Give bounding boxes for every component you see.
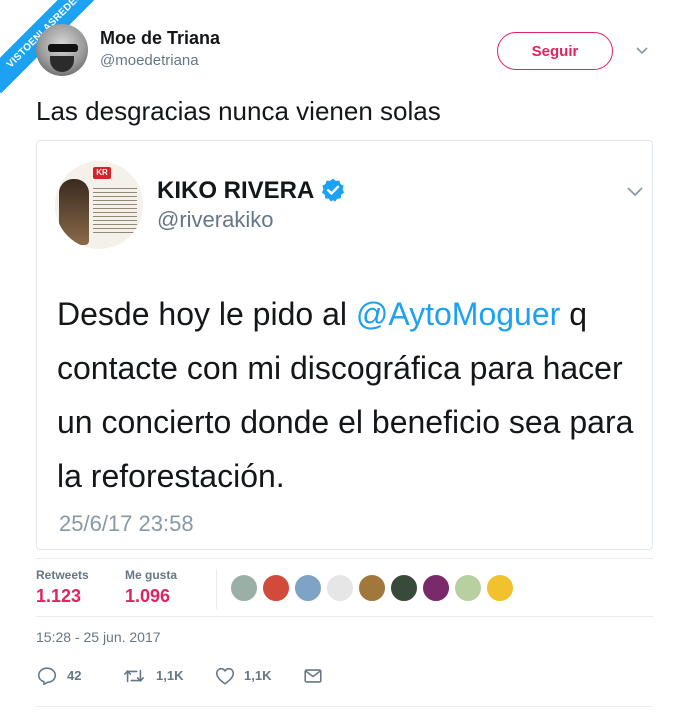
follow-button[interactable]: Seguir (497, 32, 613, 70)
avatar-logo-badge: KR (93, 167, 111, 179)
quoted-tweet-text: Desde hoy le pido al @AytoMoguer q conta… (57, 287, 642, 503)
liker-avatar[interactable] (262, 574, 290, 602)
stats-separator (216, 569, 217, 609)
retweet-button[interactable]: 1,1K (122, 664, 202, 688)
tweet-text: Las desgracias nunca vienen solas (36, 96, 441, 126)
retweets-stat[interactable]: Retweets 1.123 (36, 568, 89, 607)
likes-label: Me gusta (125, 568, 178, 582)
quoted-chevron-down-icon (627, 187, 643, 197)
retweet-count: 1,1K (156, 668, 184, 683)
liker-avatar[interactable] (294, 574, 322, 602)
author-display-name[interactable]: Moe de Triana (100, 28, 220, 49)
quoted-handle: @riverakiko (157, 207, 274, 232)
direct-message-button[interactable] (302, 664, 326, 688)
tweet-timestamp[interactable]: 15:28 - 25 jun. 2017 (36, 629, 161, 645)
divider-middle (36, 616, 653, 617)
likes-stat[interactable]: Me gusta 1.096 (125, 568, 177, 607)
author-avatar[interactable] (36, 24, 88, 76)
liker-avatar[interactable] (230, 574, 258, 602)
quoted-tweet-card[interactable]: KR KIKO RIVERA @riverakiko Desde hoy le … (36, 140, 653, 550)
liker-avatar[interactable] (326, 574, 354, 602)
chevron-down-icon[interactable] (634, 42, 650, 58)
author-handle[interactable]: @moedetriana (100, 52, 199, 69)
likes-value: 1.096 (125, 586, 171, 606)
liker-avatar[interactable] (390, 574, 418, 602)
quoted-text-before: Desde hoy le pido al (57, 296, 356, 332)
retweets-value: 1.123 (36, 586, 82, 606)
tweet-header: Moe de Triana @moedetriana Seguir (0, 0, 674, 90)
reply-button[interactable]: 42 (36, 664, 96, 688)
heart-icon (215, 667, 235, 685)
avatar-glasses (48, 44, 78, 52)
divider-bottom (36, 706, 653, 707)
retweets-label: Retweets (36, 568, 89, 582)
liker-avatar[interactable] (454, 574, 482, 602)
quoted-mention-link: @AytoMoguer (355, 296, 561, 332)
envelope-icon (304, 669, 322, 683)
verified-badge-icon (321, 178, 345, 202)
avatar-person (59, 179, 89, 245)
avatar-text-lines (93, 185, 137, 235)
quoted-date: 25/6/17 23:58 (59, 511, 194, 536)
like-button[interactable]: 1,1K (214, 664, 294, 688)
retweet-icon (124, 669, 144, 683)
divider-top (36, 558, 653, 559)
avatar-beard (50, 56, 74, 72)
reply-count: 42 (67, 668, 82, 683)
liker-avatar[interactable] (486, 574, 514, 602)
quoted-display-name: KIKO RIVERA (157, 177, 315, 204)
reply-icon (37, 667, 57, 686)
like-count: 1,1K (244, 668, 272, 683)
quoted-author-avatar: KR (55, 161, 143, 249)
liker-avatar[interactable] (422, 574, 450, 602)
liker-avatar[interactable] (358, 574, 386, 602)
